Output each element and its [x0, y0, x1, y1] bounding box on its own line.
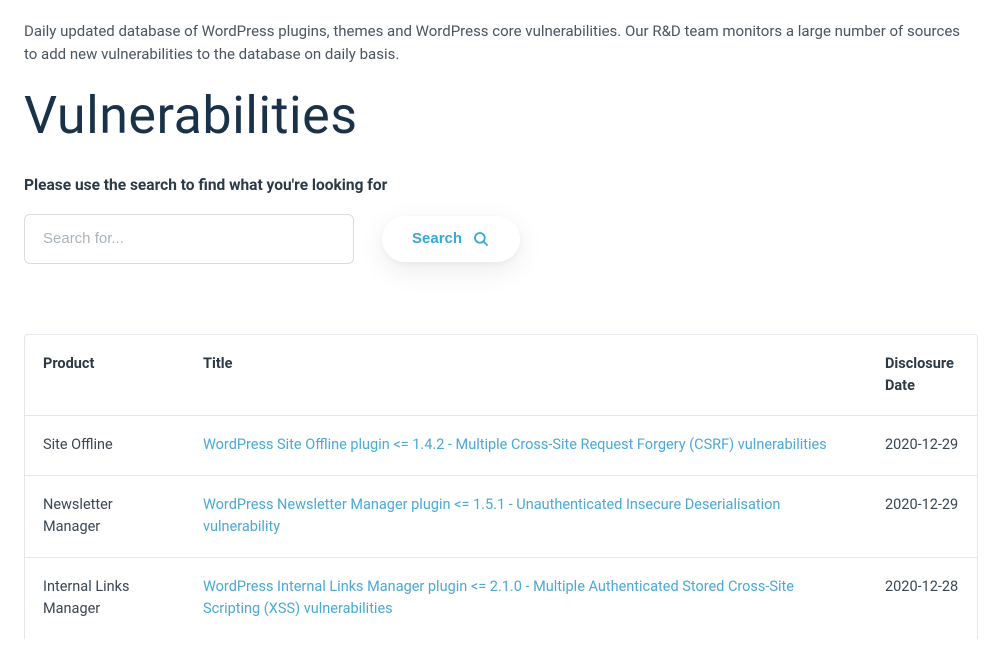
- table-row: Site Offline WordPress Site Offline plug…: [25, 416, 977, 475]
- col-header-date: Disclosure Date: [867, 335, 977, 416]
- cell-date: 2020-12-29: [867, 416, 977, 475]
- cell-product: Site Offline: [25, 416, 185, 475]
- intro-text: Daily updated database of WordPress plug…: [24, 20, 964, 67]
- search-input[interactable]: [24, 214, 354, 264]
- page-title: Vulnerabilities: [24, 85, 978, 146]
- cell-product: Newsletter Manager: [25, 475, 185, 557]
- table-header-row: Product Title Disclosure Date: [25, 335, 977, 416]
- cell-date: 2020-12-29: [867, 475, 977, 557]
- cell-title: WordPress Site Offline plugin <= 1.4.2 -…: [185, 416, 867, 475]
- search-row: Search: [24, 214, 978, 264]
- table-row: Internal Links Manager WordPress Interna…: [25, 557, 977, 638]
- cell-title: WordPress Newsletter Manager plugin <= 1…: [185, 475, 867, 557]
- col-header-product: Product: [25, 335, 185, 416]
- vuln-table-container: Product Title Disclosure Date Site Offli…: [24, 334, 978, 639]
- vuln-link[interactable]: WordPress Site Offline plugin <= 1.4.2 -…: [203, 436, 827, 453]
- search-icon: [472, 230, 490, 248]
- cell-title: WordPress Internal Links Manager plugin …: [185, 557, 867, 638]
- search-button-label: Search: [412, 230, 462, 247]
- col-header-title: Title: [185, 335, 867, 416]
- vuln-link[interactable]: WordPress Internal Links Manager plugin …: [203, 578, 794, 617]
- vuln-link[interactable]: WordPress Newsletter Manager plugin <= 1…: [203, 496, 780, 535]
- vuln-table: Product Title Disclosure Date Site Offli…: [25, 335, 977, 639]
- table-row: Newsletter Manager WordPress Newsletter …: [25, 475, 977, 557]
- cell-product: Internal Links Manager: [25, 557, 185, 638]
- cell-date: 2020-12-28: [867, 557, 977, 638]
- search-button[interactable]: Search: [382, 216, 520, 262]
- search-label: Please use the search to find what you'r…: [24, 176, 978, 194]
